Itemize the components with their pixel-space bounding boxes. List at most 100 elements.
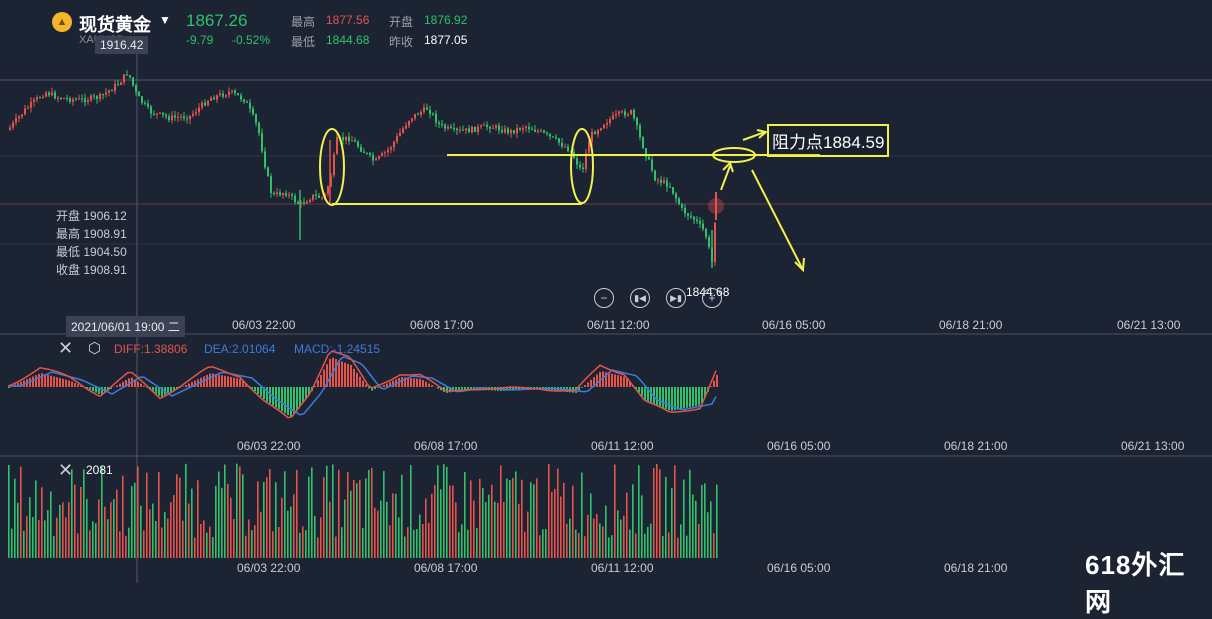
candle-body — [519, 128, 521, 129]
candle-body — [18, 117, 20, 119]
zoom-out-button[interactable]: − — [594, 288, 614, 308]
candle-body — [108, 90, 110, 92]
candle-body — [234, 91, 236, 94]
volume-bar — [638, 465, 640, 558]
volume-bar — [566, 524, 568, 558]
chevron-down-icon[interactable]: ▼ — [159, 13, 171, 27]
candle-body — [489, 127, 491, 129]
volume-bar — [158, 472, 160, 558]
candle-body — [90, 95, 92, 100]
macd-bar — [425, 382, 427, 387]
volume-bar — [578, 533, 580, 558]
macd-value-label: MACD:-1.24515 — [294, 342, 380, 356]
close-volume-icon[interactable]: ✕ — [58, 460, 73, 481]
volume-bar — [524, 532, 526, 558]
macd-bar — [227, 376, 229, 387]
candle-body — [477, 127, 479, 132]
macd-bar — [344, 363, 346, 387]
macd-bar — [665, 387, 667, 409]
candle-body — [243, 99, 245, 102]
volume-bar — [377, 511, 379, 558]
volume-bar — [659, 469, 661, 558]
settings-icon[interactable]: ⬡ — [88, 339, 101, 357]
volume-bar — [215, 486, 217, 558]
candle-body — [504, 129, 506, 133]
volume-bar — [431, 494, 433, 558]
volume-bar — [236, 464, 238, 558]
volume-bar — [710, 501, 712, 558]
candle-body — [378, 156, 380, 158]
macd-bar — [356, 373, 358, 387]
volume-bar — [239, 467, 241, 558]
volume-bar — [233, 519, 235, 558]
candle-body — [135, 85, 137, 91]
candle-body — [582, 167, 584, 169]
macd-bar — [59, 378, 61, 387]
macd-bar — [257, 387, 259, 394]
candle-body — [399, 133, 401, 136]
volume-bar — [551, 492, 553, 558]
candle-body — [498, 126, 500, 131]
macd-bar — [644, 387, 646, 400]
next-button[interactable]: ▶▮ — [666, 288, 686, 308]
volume-bar — [545, 529, 547, 558]
candle-body — [702, 224, 704, 229]
macd-bar — [182, 386, 184, 387]
zoom-in-button[interactable]: + — [702, 288, 722, 308]
volume-bar — [65, 517, 67, 558]
previous-button[interactable]: ▮◀ — [630, 288, 650, 308]
macd-bar — [278, 387, 280, 409]
volume-bar — [596, 514, 598, 558]
volume-bar — [647, 527, 649, 558]
candle-body — [96, 96, 98, 99]
candle-body — [372, 155, 374, 161]
candle-body — [492, 128, 494, 129]
volume-bar — [272, 531, 274, 558]
candle-body — [225, 95, 227, 96]
candle-body — [588, 142, 590, 154]
candle-body — [192, 114, 194, 116]
volume-bar — [176, 474, 178, 558]
macd-bar — [32, 377, 34, 388]
ohlc-close-value: 1908.91 — [83, 263, 126, 277]
volume-bar — [410, 465, 412, 558]
macd-bar — [74, 383, 76, 387]
volume-bar — [425, 498, 427, 558]
macd-bar — [62, 379, 64, 387]
volume-bar — [527, 512, 529, 558]
candle-body — [57, 98, 59, 99]
volume-bar — [209, 527, 211, 558]
volume-bar — [299, 533, 301, 558]
volume-bar — [35, 480, 37, 558]
candle-body — [525, 127, 527, 128]
volume-bar — [293, 494, 295, 558]
candle-body — [450, 127, 452, 128]
close-macd-icon[interactable]: ✕ — [58, 338, 73, 359]
volume-bar — [311, 467, 313, 558]
volume-bar — [83, 469, 85, 558]
candle-body — [117, 84, 119, 85]
candle-body — [513, 130, 515, 133]
macd-bar — [686, 387, 688, 408]
candle-body — [303, 202, 305, 203]
volume-bar — [656, 464, 658, 558]
volume-bar — [335, 537, 337, 558]
candle-body — [51, 92, 53, 95]
volume-bar — [281, 498, 283, 558]
volume-bar — [266, 477, 268, 558]
macd-bar — [65, 380, 67, 387]
candle-body — [48, 93, 50, 96]
x-axis-label: 06/18 21:00 — [939, 318, 1002, 332]
candle-body — [660, 180, 662, 183]
candle-body — [246, 102, 248, 103]
candle-body — [597, 130, 599, 134]
macd-bar — [680, 387, 682, 409]
ohlc-open-value: 1906.12 — [83, 209, 126, 223]
candle-body — [534, 130, 536, 132]
candle-body — [537, 131, 539, 132]
volume-bar — [641, 495, 643, 558]
candle-body — [288, 194, 290, 195]
volume-bar — [356, 483, 358, 558]
macd-bar — [428, 383, 430, 387]
candle-body — [627, 114, 629, 115]
